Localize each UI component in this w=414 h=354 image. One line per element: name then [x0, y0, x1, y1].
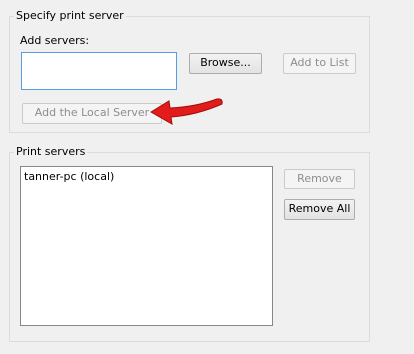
remove-all-button[interactable]: Remove All	[284, 199, 355, 220]
remove-button[interactable]: Remove	[284, 169, 355, 189]
browse-button[interactable]: Browse...	[189, 53, 262, 74]
specify-print-server-title: Specify print server	[14, 9, 126, 23]
print-servers-title: Print servers	[14, 145, 88, 159]
add-local-server-button[interactable]: Add the Local Server	[22, 103, 162, 124]
add-servers-label: Add servers:	[20, 34, 90, 47]
print-servers-list[interactable]: tanner-pc (local)	[20, 166, 273, 326]
list-item[interactable]: tanner-pc (local)	[24, 170, 114, 184]
add-servers-input[interactable]	[21, 52, 177, 90]
add-to-list-button[interactable]: Add to List	[283, 53, 356, 74]
red-arrow-icon	[150, 98, 223, 125]
